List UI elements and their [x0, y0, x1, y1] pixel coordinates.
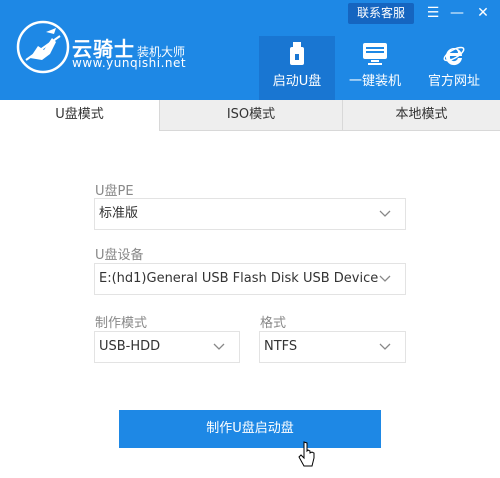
mouse-cursor-icon — [298, 441, 315, 467]
chevron-down-icon — [379, 275, 391, 282]
nav-one-click-install[interactable]: 一键装机 — [337, 36, 413, 100]
menu-icon[interactable]: ☰ — [422, 3, 444, 24]
pe-select[interactable]: 标准版 — [94, 198, 406, 230]
device-label: U盘设备 — [95, 248, 144, 263]
format-select-value: NTFS — [264, 339, 298, 354]
contact-support-button[interactable]: 联系客服 — [348, 3, 414, 24]
chevron-down-icon — [213, 343, 225, 350]
brand-url: www.yunqishi.net — [72, 56, 187, 70]
create-boot-usb-button[interactable]: 制作U盘启动盘 — [119, 410, 381, 448]
knight-logo-icon — [16, 20, 70, 74]
format-label: 格式 — [260, 316, 287, 331]
device-select-value: E:(hd1)General USB Flash Disk USB Device — [99, 271, 379, 286]
tab-local-mode[interactable]: 本地模式 — [343, 100, 500, 130]
tab-usb-mode[interactable]: U盘模式 — [0, 100, 160, 131]
usb-drive-icon — [290, 42, 304, 65]
mode-tabs: U盘模式 ISO模式 本地模式 — [0, 100, 500, 131]
device-select[interactable]: E:(hd1)General USB Flash Disk USB Device — [94, 263, 406, 295]
app-header: 云骑士 装机大师 www.yunqishi.net 联系客服 ☰ — ✕ 启动U盘… — [0, 0, 500, 100]
pe-select-value: 标准版 — [99, 206, 139, 221]
tab-iso-mode[interactable]: ISO模式 — [160, 100, 343, 130]
chevron-down-icon — [379, 210, 391, 217]
minimize-icon[interactable]: — — [446, 3, 468, 24]
pe-label: U盘PE — [95, 184, 134, 199]
nav-boot-usb[interactable]: 启动U盘 — [259, 36, 335, 100]
mode-select[interactable]: USB-HDD — [94, 331, 240, 363]
chevron-down-icon — [379, 343, 391, 350]
mode-label: 制作模式 — [95, 316, 148, 331]
nav-official-site[interactable]: 官方网址 — [416, 36, 492, 100]
monitor-icon — [363, 43, 387, 65]
close-icon[interactable]: ✕ — [472, 3, 494, 24]
format-select[interactable]: NTFS — [259, 331, 406, 363]
ie-browser-icon — [443, 46, 465, 66]
mode-select-value: USB-HDD — [99, 339, 161, 354]
